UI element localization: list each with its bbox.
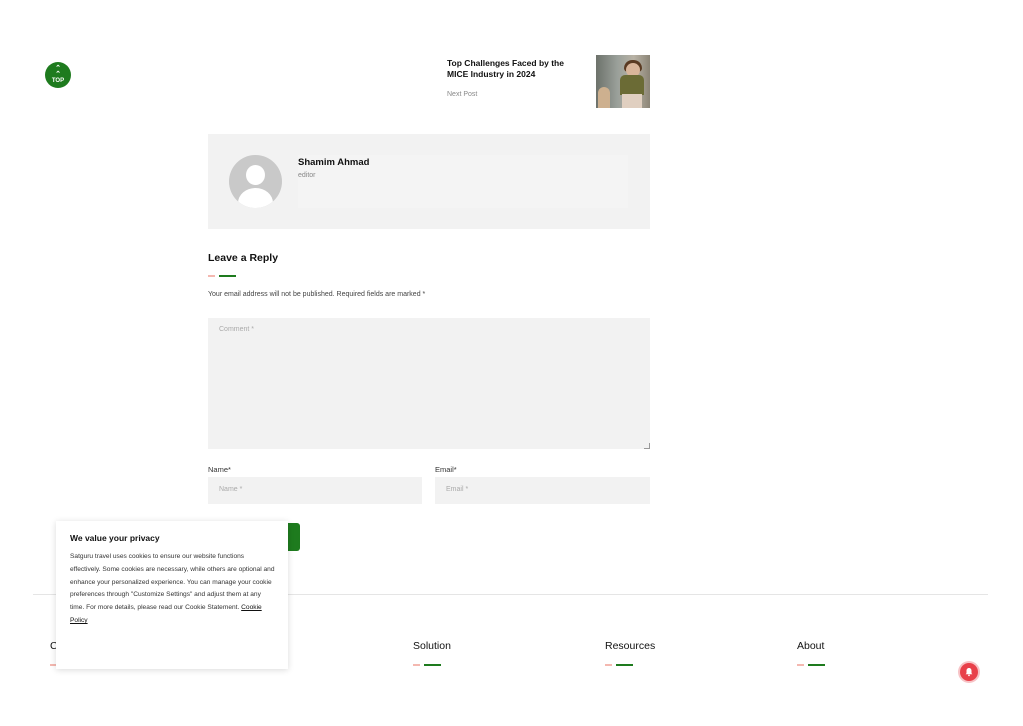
author-name[interactable]: Shamim Ahmad (298, 157, 369, 168)
comment-placeholder: Comment * (219, 326, 255, 333)
footer-heading-solution: Solution (413, 640, 451, 652)
chevron-double-up-icon: ⌃ ⌃ (55, 64, 61, 78)
name-label: Name* (208, 465, 231, 474)
reply-title: Leave a Reply (208, 252, 279, 264)
bell-icon (965, 668, 973, 677)
name-input[interactable]: Name * (208, 477, 422, 504)
reply-note: Your email address will not be published… (208, 291, 426, 298)
footer-divider-accent (605, 664, 612, 666)
footer-heading-about: About (797, 640, 825, 652)
next-post-title[interactable]: Top Challenges Faced by the MICE Industr… (447, 58, 587, 80)
name-placeholder: Name * (219, 486, 243, 493)
author-role: editor (298, 172, 316, 179)
title-divider-accent (208, 275, 215, 277)
footer-divider (616, 664, 633, 666)
footer-heading-resources: Resources (605, 640, 656, 652)
resize-handle-icon[interactable] (644, 443, 650, 449)
footer-divider-accent (797, 664, 804, 666)
email-label: Email* (435, 465, 457, 474)
privacy-text: Satguru travel uses cookies to ensure ou… (70, 551, 275, 628)
comment-textarea[interactable] (208, 318, 650, 449)
footer-divider-accent (413, 664, 420, 666)
author-avatar (229, 155, 282, 208)
footer-divider (424, 664, 441, 666)
email-input[interactable]: Email * (435, 477, 650, 504)
notification-bell-button[interactable] (960, 663, 978, 681)
next-post-thumbnail[interactable] (596, 55, 650, 108)
privacy-body: Satguru travel uses cookies to ensure ou… (70, 553, 275, 612)
privacy-title: We value your privacy (70, 533, 160, 543)
footer-divider (808, 664, 825, 666)
back-to-top-label: TOP (51, 77, 65, 84)
back-to-top-button[interactable]: ⌃ ⌃ TOP (45, 62, 71, 88)
title-divider (219, 275, 236, 277)
post-comment-button[interactable] (288, 523, 300, 551)
email-placeholder: Email * (446, 486, 469, 493)
next-post-label[interactable]: Next Post (447, 91, 477, 98)
